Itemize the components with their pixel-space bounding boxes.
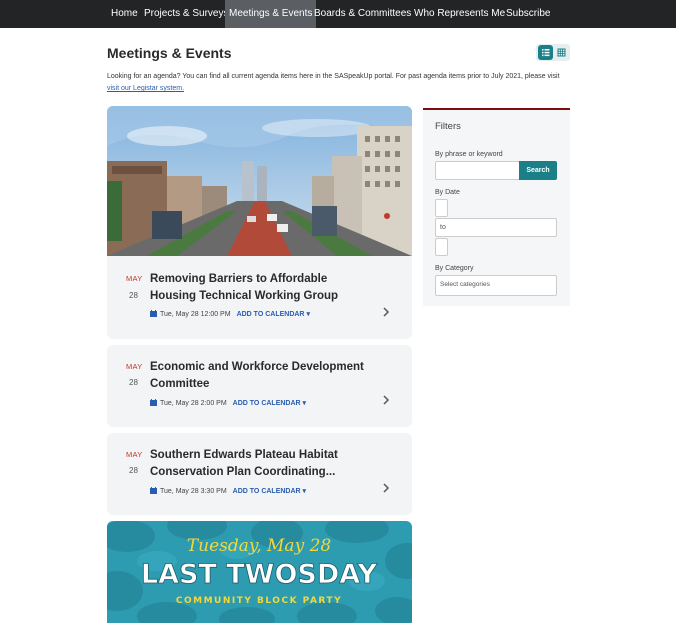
chevron-right-icon[interactable] — [381, 306, 391, 318]
event-meta: Tue, May 28 3:30 PM ADD TO CALENDAR ▾ — [150, 487, 306, 495]
end-date-input[interactable] — [435, 238, 448, 256]
add-to-calendar-button[interactable]: ADD TO CALENDAR ▾ — [233, 488, 306, 495]
event-card[interactable]: MAY 28 Southern Edwards Plateau Habitat … — [107, 433, 412, 515]
event-datetime: Tue, May 28 12:00 PM — [160, 311, 231, 318]
add-to-calendar-button[interactable]: ADD TO CALENDAR ▾ — [233, 400, 306, 407]
event-day: 28 — [129, 378, 138, 387]
chevron-right-icon[interactable] — [381, 394, 391, 406]
event-meta: Tue, May 28 12:00 PM ADD TO CALENDAR ▾ — [150, 310, 310, 318]
event-meta: Tue, May 28 2:00 PM ADD TO CALENDAR ▾ — [150, 399, 306, 407]
list-icon — [542, 49, 550, 57]
last-twosday-banner[interactable]: Tuesday, May 28 LAST TWOSDAY COMMUNITY B… — [107, 521, 412, 623]
date-to-field[interactable]: to — [435, 218, 557, 237]
calendar-view-button[interactable] — [554, 45, 569, 60]
add-to-calendar-button[interactable]: ADD TO CALENDAR ▾ — [237, 311, 310, 318]
banner-headline: LAST TWOSDAY — [141, 559, 378, 590]
filters-title: Filters — [435, 121, 461, 132]
banner-subline: COMMUNITY BLOCK PARTY — [176, 596, 342, 606]
event-title[interactable]: Southern Edwards Plateau Habitat Conserv… — [150, 447, 375, 481]
category-label: By Category — [435, 265, 474, 272]
event-title[interactable]: Removing Barriers to Affordable Housing … — [150, 271, 375, 305]
keyword-input[interactable] — [435, 161, 520, 180]
search-button[interactable]: Search — [519, 161, 557, 180]
nav-who-represents-me[interactable]: Who Represents Me — [410, 0, 509, 28]
event-card[interactable]: MAY 28 Economic and Workforce Developmen… — [107, 345, 412, 427]
calendar-icon — [150, 399, 157, 406]
chevron-right-icon[interactable] — [381, 482, 391, 494]
banner-graphic: Tuesday, May 28 LAST TWOSDAY COMMUNITY B… — [107, 521, 412, 623]
nav-subscribe[interactable]: Subscribe — [502, 0, 554, 28]
event-datetime: Tue, May 28 3:30 PM — [160, 488, 227, 495]
add-to-calendar-label: ADD TO CALENDAR — [232, 488, 301, 495]
filters-panel: Filters By phrase or keyword Search By D… — [423, 108, 570, 306]
page-title: Meetings & Events — [107, 45, 232, 61]
list-view-button[interactable] — [538, 45, 553, 60]
event-card[interactable]: MAY 28 Removing Barriers to Affordable H… — [107, 106, 412, 339]
add-to-calendar-label: ADD TO CALENDAR — [232, 400, 301, 407]
calendar-icon — [150, 310, 157, 317]
event-month: MAY — [126, 362, 143, 371]
top-navigation: Home Projects & Surveys Meetings & Event… — [0, 0, 676, 28]
calendar-icon — [150, 487, 157, 494]
date-label: By Date — [435, 189, 460, 196]
event-month: MAY — [126, 450, 143, 459]
category-select[interactable]: Select categories — [435, 275, 557, 296]
event-month: MAY — [126, 274, 143, 283]
intro-body: Looking for an agenda? You can find all … — [107, 73, 560, 80]
add-to-calendar-label: ADD TO CALENDAR — [236, 311, 305, 318]
event-title[interactable]: Economic and Workforce Development Commi… — [150, 359, 375, 393]
event-day: 28 — [129, 291, 138, 300]
event-datetime: Tue, May 28 2:00 PM — [160, 400, 227, 407]
phrase-label: By phrase or keyword — [435, 151, 503, 158]
legistar-link[interactable]: visit our Legistar system. — [107, 85, 184, 92]
nav-meetings-events[interactable]: Meetings & Events — [225, 0, 317, 28]
calendar-grid-icon — [557, 48, 566, 57]
view-toggle — [536, 44, 570, 61]
nav-projects-surveys[interactable]: Projects & Surveys — [140, 0, 232, 28]
start-date-input[interactable] — [435, 199, 448, 217]
nav-home[interactable]: Home — [107, 0, 142, 28]
nav-boards-committees[interactable]: Boards & Committees — [310, 0, 415, 28]
banner-script-text: Tuesday, May 28 — [187, 536, 332, 556]
event-day: 28 — [129, 466, 138, 475]
event-image — [107, 106, 412, 256]
intro-text: Looking for an agenda? You can find all … — [107, 71, 577, 95]
